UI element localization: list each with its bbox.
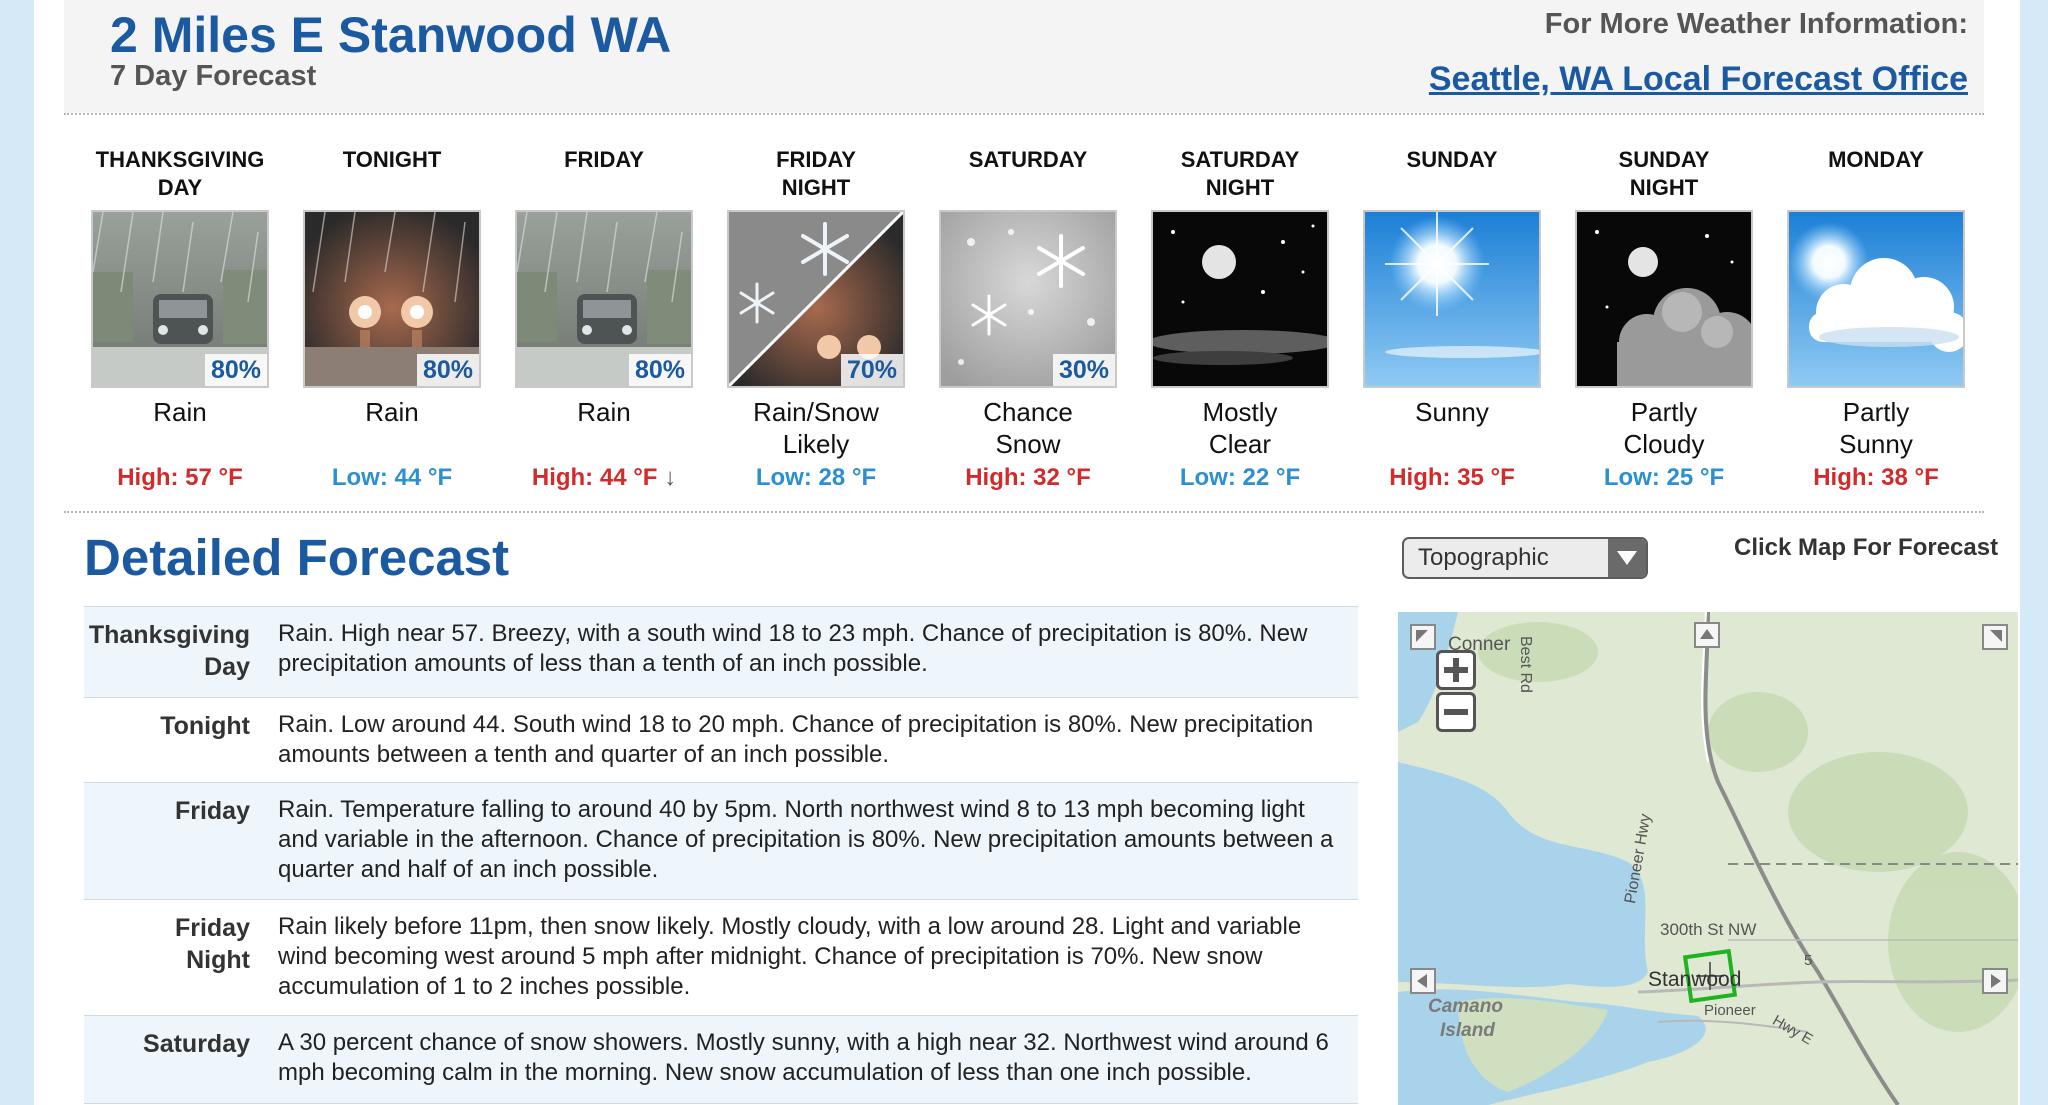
precip-chance: 30% — [1052, 354, 1115, 386]
map-road-label: 300th St NW — [1660, 920, 1757, 939]
detailed-forecast-table: Thanksgiving Day Rain. High near 57. Bree… — [84, 606, 1358, 1104]
temperature: Low: 28 °F — [755, 464, 877, 491]
short-forecast: Sunny — [1415, 397, 1489, 427]
temperature: Low: 22 °F — [1179, 464, 1301, 491]
sunny-icon — [1363, 210, 1541, 388]
pan-northeast-icon[interactable] — [1982, 624, 2008, 650]
row-label: Tonight — [160, 712, 250, 740]
row-text: Rain. Temperature falling to around 40 b… — [278, 796, 1334, 883]
row-text: Rain likely before 11pm, then snow likel… — [278, 913, 1302, 1000]
short-forecast: Rain — [365, 397, 419, 427]
short-forecast: Rain/Snow Likely — [753, 397, 879, 459]
table-row: Tonight Rain. Low around 44. South wind … — [84, 698, 1358, 783]
row-text: A 30 percent chance of snow showers. Mos… — [278, 1029, 1329, 1086]
table-row: Friday Night Rain likely before 11pm, the… — [84, 900, 1358, 1016]
table-row: Friday Rain. Temperature falling to arou… — [84, 783, 1358, 900]
partly-cloudy-night-icon — [1575, 210, 1753, 388]
map-road-label: Pioneer — [1704, 1002, 1756, 1019]
temperature: High: 35 °F — [1389, 464, 1515, 491]
period-name: FRIDAY — [564, 147, 644, 172]
forecast-period[interactable]: MONDAY Partly Sunny High: 38 °F — [1770, 146, 1982, 494]
rain-snow-icon: 70% — [727, 210, 905, 388]
zoom-out-button[interactable] — [1436, 692, 1476, 732]
forecast-period[interactable]: FRIDAY NIGHT 70% Rain/Snow Likely Low: 28 … — [710, 146, 922, 494]
period-name: SATURDAY — [968, 147, 1088, 172]
precip-chance: 80% — [628, 354, 691, 386]
dropdown-arrow-icon — [1608, 539, 1646, 577]
pan-northwest-icon[interactable] — [1410, 624, 1436, 650]
period-name: SUNDAY NIGHT — [1618, 147, 1710, 200]
seven-day-forecast: THANKSGIVING DAY 80% Rain High: 57 °F TO… — [74, 146, 1974, 496]
map-layer-select[interactable]: Topographic — [1402, 537, 1648, 579]
location-title: 2 Miles E Stanwood WA — [110, 7, 672, 63]
page: 2 Miles E Stanwood WA 7 Day Forecast For… — [34, 0, 2020, 1105]
map-road-label: Best Rd — [1517, 636, 1534, 693]
table-row: Saturday A 30 percent chance of snow sho… — [84, 1016, 1358, 1104]
forecast-period[interactable]: SUNDAY NIGHT Partly Cloudy Low: 25 °F — [1558, 146, 1770, 494]
map-place-label: Conner — [1448, 634, 1511, 655]
pan-east-icon[interactable] — [1982, 968, 2008, 994]
period-name: MONDAY — [1828, 147, 1924, 172]
precip-chance: 80% — [416, 354, 479, 386]
row-label: Saturday — [143, 1030, 250, 1058]
detailed-forecast-title: Detailed Forecast — [84, 529, 510, 586]
short-forecast: Mostly Clear — [1202, 397, 1278, 459]
table-row: Thanksgiving Day Rain. High near 57. Bree… — [84, 606, 1358, 698]
row-label: Friday Night — [174, 914, 250, 974]
row-label: Friday — [174, 797, 250, 825]
forecast-period[interactable]: THANKSGIVING DAY 80% Rain High: 57 °F — [74, 146, 286, 494]
forecast-period[interactable]: SATURDAY 30% Chance Snow High: 32 °F — [922, 146, 1134, 494]
partly-sunny-icon — [1787, 210, 1965, 388]
period-name: SATURDAY NIGHT — [1180, 147, 1300, 200]
temperature: Low: 25 °F — [1603, 464, 1725, 491]
row-text: Rain. Low around 44. South wind 18 to 20… — [278, 711, 1314, 768]
pan-west-icon[interactable] — [1410, 968, 1436, 994]
short-forecast: Partly Sunny — [1839, 397, 1913, 459]
forecast-office-link[interactable]: Seattle, WA Local Forecast Office — [1429, 60, 1968, 99]
temperature: High: 32 °F — [965, 464, 1091, 491]
map-place-label: Stanwood — [1648, 968, 1742, 991]
clear-night-icon — [1151, 210, 1329, 388]
divider — [64, 113, 1984, 115]
period-name: FRIDAY NIGHT — [776, 147, 856, 200]
map-road-label: 5 — [1804, 952, 1813, 969]
forecast-period[interactable]: SUNDAY Sunny High: 35 °F — [1346, 146, 1558, 494]
falling-temp-arrow-icon: ↓ — [664, 464, 677, 491]
zoom-in-button[interactable] — [1436, 650, 1476, 690]
forecast-subtitle: 7 Day Forecast — [110, 60, 317, 92]
temperature: High: 38 °F — [1813, 464, 1939, 491]
period-name: THANKSGIVING DAY — [95, 147, 265, 200]
precip-chance: 70% — [840, 354, 903, 386]
map-layer-value: Topographic — [1418, 544, 1549, 571]
period-name: TONIGHT — [342, 147, 442, 172]
rain-night-icon: 80% — [303, 210, 481, 388]
precip-chance: 80% — [204, 354, 267, 386]
map-hint: Click Map For Forecast — [1734, 534, 1999, 561]
period-name: SUNDAY — [1406, 147, 1498, 172]
temperature: High: 57 °F — [117, 464, 243, 491]
forecast-period[interactable]: FRIDAY 80% Rain High: 44 °F ↓ — [498, 146, 710, 494]
temperature: High: 44 °F ↓ — [531, 464, 677, 491]
row-label: Thanksgiving Day — [88, 621, 250, 681]
rain-icon: 80% — [91, 210, 269, 388]
short-forecast: Rain — [577, 397, 631, 427]
short-forecast: Partly Cloudy — [1623, 397, 1705, 459]
snow-icon: 30% — [939, 210, 1117, 388]
header: 2 Miles E Stanwood WA 7 Day Forecast For… — [64, 0, 1984, 113]
row-text: Rain. High near 57. Breezy, with a south… — [278, 620, 1308, 677]
map-place-label: Camano — [1428, 996, 1503, 1017]
rain-icon: 80% — [515, 210, 693, 388]
short-forecast: Chance Snow — [983, 397, 1073, 459]
divider — [64, 511, 1984, 513]
forecast-period[interactable]: SATURDAY NIGHT Mostly Clear Low: 22 °F — [1134, 146, 1346, 494]
temperature: Low: 44 °F — [331, 464, 453, 491]
map-place-label: Island — [1440, 1020, 1495, 1041]
short-forecast: Rain — [153, 397, 207, 427]
forecast-map[interactable]: Conner Best Rd Pioneer Hwy 300th St NW S… — [1398, 612, 2018, 1105]
pan-north-icon[interactable] — [1694, 622, 1720, 648]
more-info-label: For More Weather Information: — [1544, 8, 1968, 40]
forecast-period[interactable]: TONIGHT 80% Rain Low: 44 °F — [286, 146, 498, 494]
